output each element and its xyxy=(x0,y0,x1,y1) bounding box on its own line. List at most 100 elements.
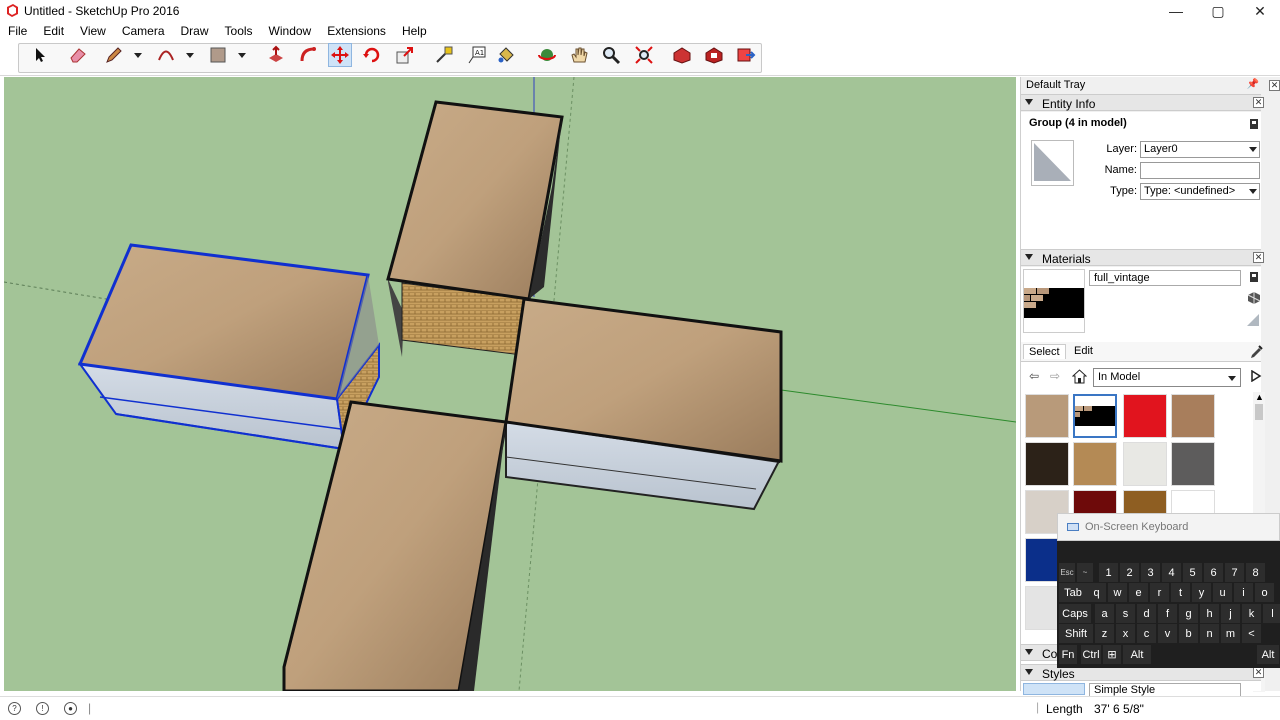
menu-edit[interactable]: Edit xyxy=(35,22,72,40)
swatch-full-vintage[interactable] xyxy=(1073,394,1117,438)
send-to-layout-button[interactable] xyxy=(734,43,758,67)
model-canvas[interactable] xyxy=(4,77,1016,691)
key-ctrl[interactable]: Ctrl xyxy=(1081,645,1101,664)
box-left-selected[interactable] xyxy=(77,243,380,453)
default-material-icon[interactable] xyxy=(1245,312,1261,328)
key-esc[interactable]: Esc xyxy=(1059,563,1075,582)
swatch-brown[interactable] xyxy=(1171,394,1215,438)
scroll-up-icon[interactable]: ▲ xyxy=(1255,392,1264,402)
type-dropdown[interactable]: Type: <undefined> xyxy=(1140,183,1260,200)
key-g[interactable]: g xyxy=(1179,604,1198,623)
length-value-box[interactable]: 37' 6 5/8" xyxy=(1094,702,1144,716)
key-w[interactable]: w xyxy=(1108,583,1127,602)
key-fn[interactable]: Fn xyxy=(1059,645,1077,664)
key-1[interactable]: 1 xyxy=(1099,563,1118,582)
key-caps[interactable]: Caps xyxy=(1059,604,1091,623)
key-a[interactable]: a xyxy=(1095,604,1114,623)
zoom-extents-tool-button[interactable] xyxy=(632,43,656,67)
rectangle-tool-button[interactable] xyxy=(206,43,230,67)
key-comma[interactable]: < xyxy=(1242,624,1261,643)
push-pull-tool-button[interactable] xyxy=(264,43,288,67)
chevron-down-icon[interactable] xyxy=(237,50,247,60)
key-r[interactable]: r xyxy=(1150,583,1169,602)
materials-header[interactable]: Materials ✕ xyxy=(1021,249,1264,266)
scale-tool-button[interactable] xyxy=(393,43,417,67)
name-input[interactable] xyxy=(1140,162,1260,179)
key-s[interactable]: s xyxy=(1116,604,1135,623)
key-4[interactable]: 4 xyxy=(1162,563,1181,582)
select-tool-button[interactable] xyxy=(28,43,52,67)
key-d[interactable]: d xyxy=(1137,604,1156,623)
key-5[interactable]: 5 xyxy=(1183,563,1202,582)
tape-measure-tool-button[interactable] xyxy=(432,43,456,67)
details-toggle-icon[interactable] xyxy=(1249,271,1259,283)
menu-draw[interactable]: Draw xyxy=(173,22,217,40)
style-name-input[interactable]: Simple Style xyxy=(1089,683,1241,697)
geo-location-icon[interactable]: ? xyxy=(8,702,21,715)
forward-arrow-icon[interactable]: ⇨ xyxy=(1048,369,1062,383)
key-2[interactable]: 2 xyxy=(1120,563,1139,582)
key-t[interactable]: t xyxy=(1171,583,1190,602)
details-toggle-icon[interactable] xyxy=(1249,118,1259,130)
maximize-button[interactable]: ▢ xyxy=(1198,0,1238,22)
back-arrow-icon[interactable]: ⇦ xyxy=(1027,369,1041,383)
menu-help[interactable]: Help xyxy=(394,22,435,40)
credits-icon[interactable]: ! xyxy=(36,702,49,715)
key-v[interactable]: v xyxy=(1158,624,1177,643)
menu-window[interactable]: Window xyxy=(261,22,320,40)
styles-close-button[interactable]: ✕ xyxy=(1253,667,1264,678)
rotate-tool-button[interactable] xyxy=(360,43,384,67)
minimize-button[interactable]: — xyxy=(1156,0,1196,22)
tray-close-button[interactable]: ✕ xyxy=(1269,80,1280,91)
key-o[interactable]: o xyxy=(1255,583,1274,602)
key-b[interactable]: b xyxy=(1179,624,1198,643)
key-q[interactable]: q xyxy=(1087,583,1106,602)
swatch-red[interactable] xyxy=(1123,394,1167,438)
collection-select[interactable]: In Model xyxy=(1093,368,1241,387)
zoom-tool-button[interactable] xyxy=(599,43,623,67)
layer-dropdown[interactable]: Layer0 xyxy=(1140,141,1260,158)
menu-extensions[interactable]: Extensions xyxy=(319,22,394,40)
entity-info-header[interactable]: Entity Info ✕ xyxy=(1021,94,1264,111)
tab-select[interactable]: Select xyxy=(1023,344,1066,359)
swatch-wicker[interactable] xyxy=(1073,442,1117,486)
key-i[interactable]: i xyxy=(1234,583,1253,602)
key-u[interactable]: u xyxy=(1213,583,1232,602)
entity-info-close-button[interactable]: ✕ xyxy=(1253,97,1264,108)
key-tab[interactable]: Tab xyxy=(1059,583,1087,602)
pin-icon[interactable]: 📌 xyxy=(1247,79,1259,90)
key-7[interactable]: 7 xyxy=(1225,563,1244,582)
key-f[interactable]: f xyxy=(1158,604,1177,623)
materials-close-button[interactable]: ✕ xyxy=(1253,252,1264,263)
key-3[interactable]: 3 xyxy=(1141,563,1160,582)
tab-edit[interactable]: Edit xyxy=(1069,344,1098,358)
osk-title-bar[interactable]: On-Screen Keyboard xyxy=(1057,513,1280,541)
home-icon[interactable] xyxy=(1072,369,1087,384)
key-c[interactable]: c xyxy=(1137,624,1156,643)
move-tool-button[interactable] xyxy=(328,43,352,67)
key-n[interactable]: n xyxy=(1200,624,1219,643)
key-m[interactable]: m xyxy=(1221,624,1240,643)
text-tool-button[interactable]: A1 xyxy=(465,43,489,67)
user-icon[interactable]: ● xyxy=(64,702,77,715)
orbit-tool-button[interactable] xyxy=(535,43,559,67)
key-6[interactable]: 6 xyxy=(1204,563,1223,582)
3d-warehouse-button[interactable] xyxy=(670,43,694,67)
key-h[interactable]: h xyxy=(1200,604,1219,623)
menu-tools[interactable]: Tools xyxy=(217,22,261,40)
menu-file[interactable]: File xyxy=(0,22,35,40)
key-shift[interactable]: Shift xyxy=(1059,624,1093,643)
eyedropper-icon[interactable] xyxy=(1249,344,1263,360)
swatch-gray[interactable] xyxy=(1171,442,1215,486)
paint-bucket-tool-button[interactable] xyxy=(494,43,518,67)
arc-tool-button[interactable] xyxy=(154,43,178,67)
chevron-down-icon[interactable] xyxy=(185,50,195,60)
key-x[interactable]: x xyxy=(1116,624,1135,643)
menu-view[interactable]: View xyxy=(72,22,114,40)
swatch-dark-brown[interactable] xyxy=(1025,442,1069,486)
key-windows[interactable]: ⊞ xyxy=(1103,645,1121,664)
swatch-vintage[interactable] xyxy=(1025,394,1069,438)
key-l[interactable]: l xyxy=(1263,604,1280,623)
scrollbar-thumb[interactable] xyxy=(1255,404,1263,420)
eraser-tool-button[interactable] xyxy=(66,43,90,67)
